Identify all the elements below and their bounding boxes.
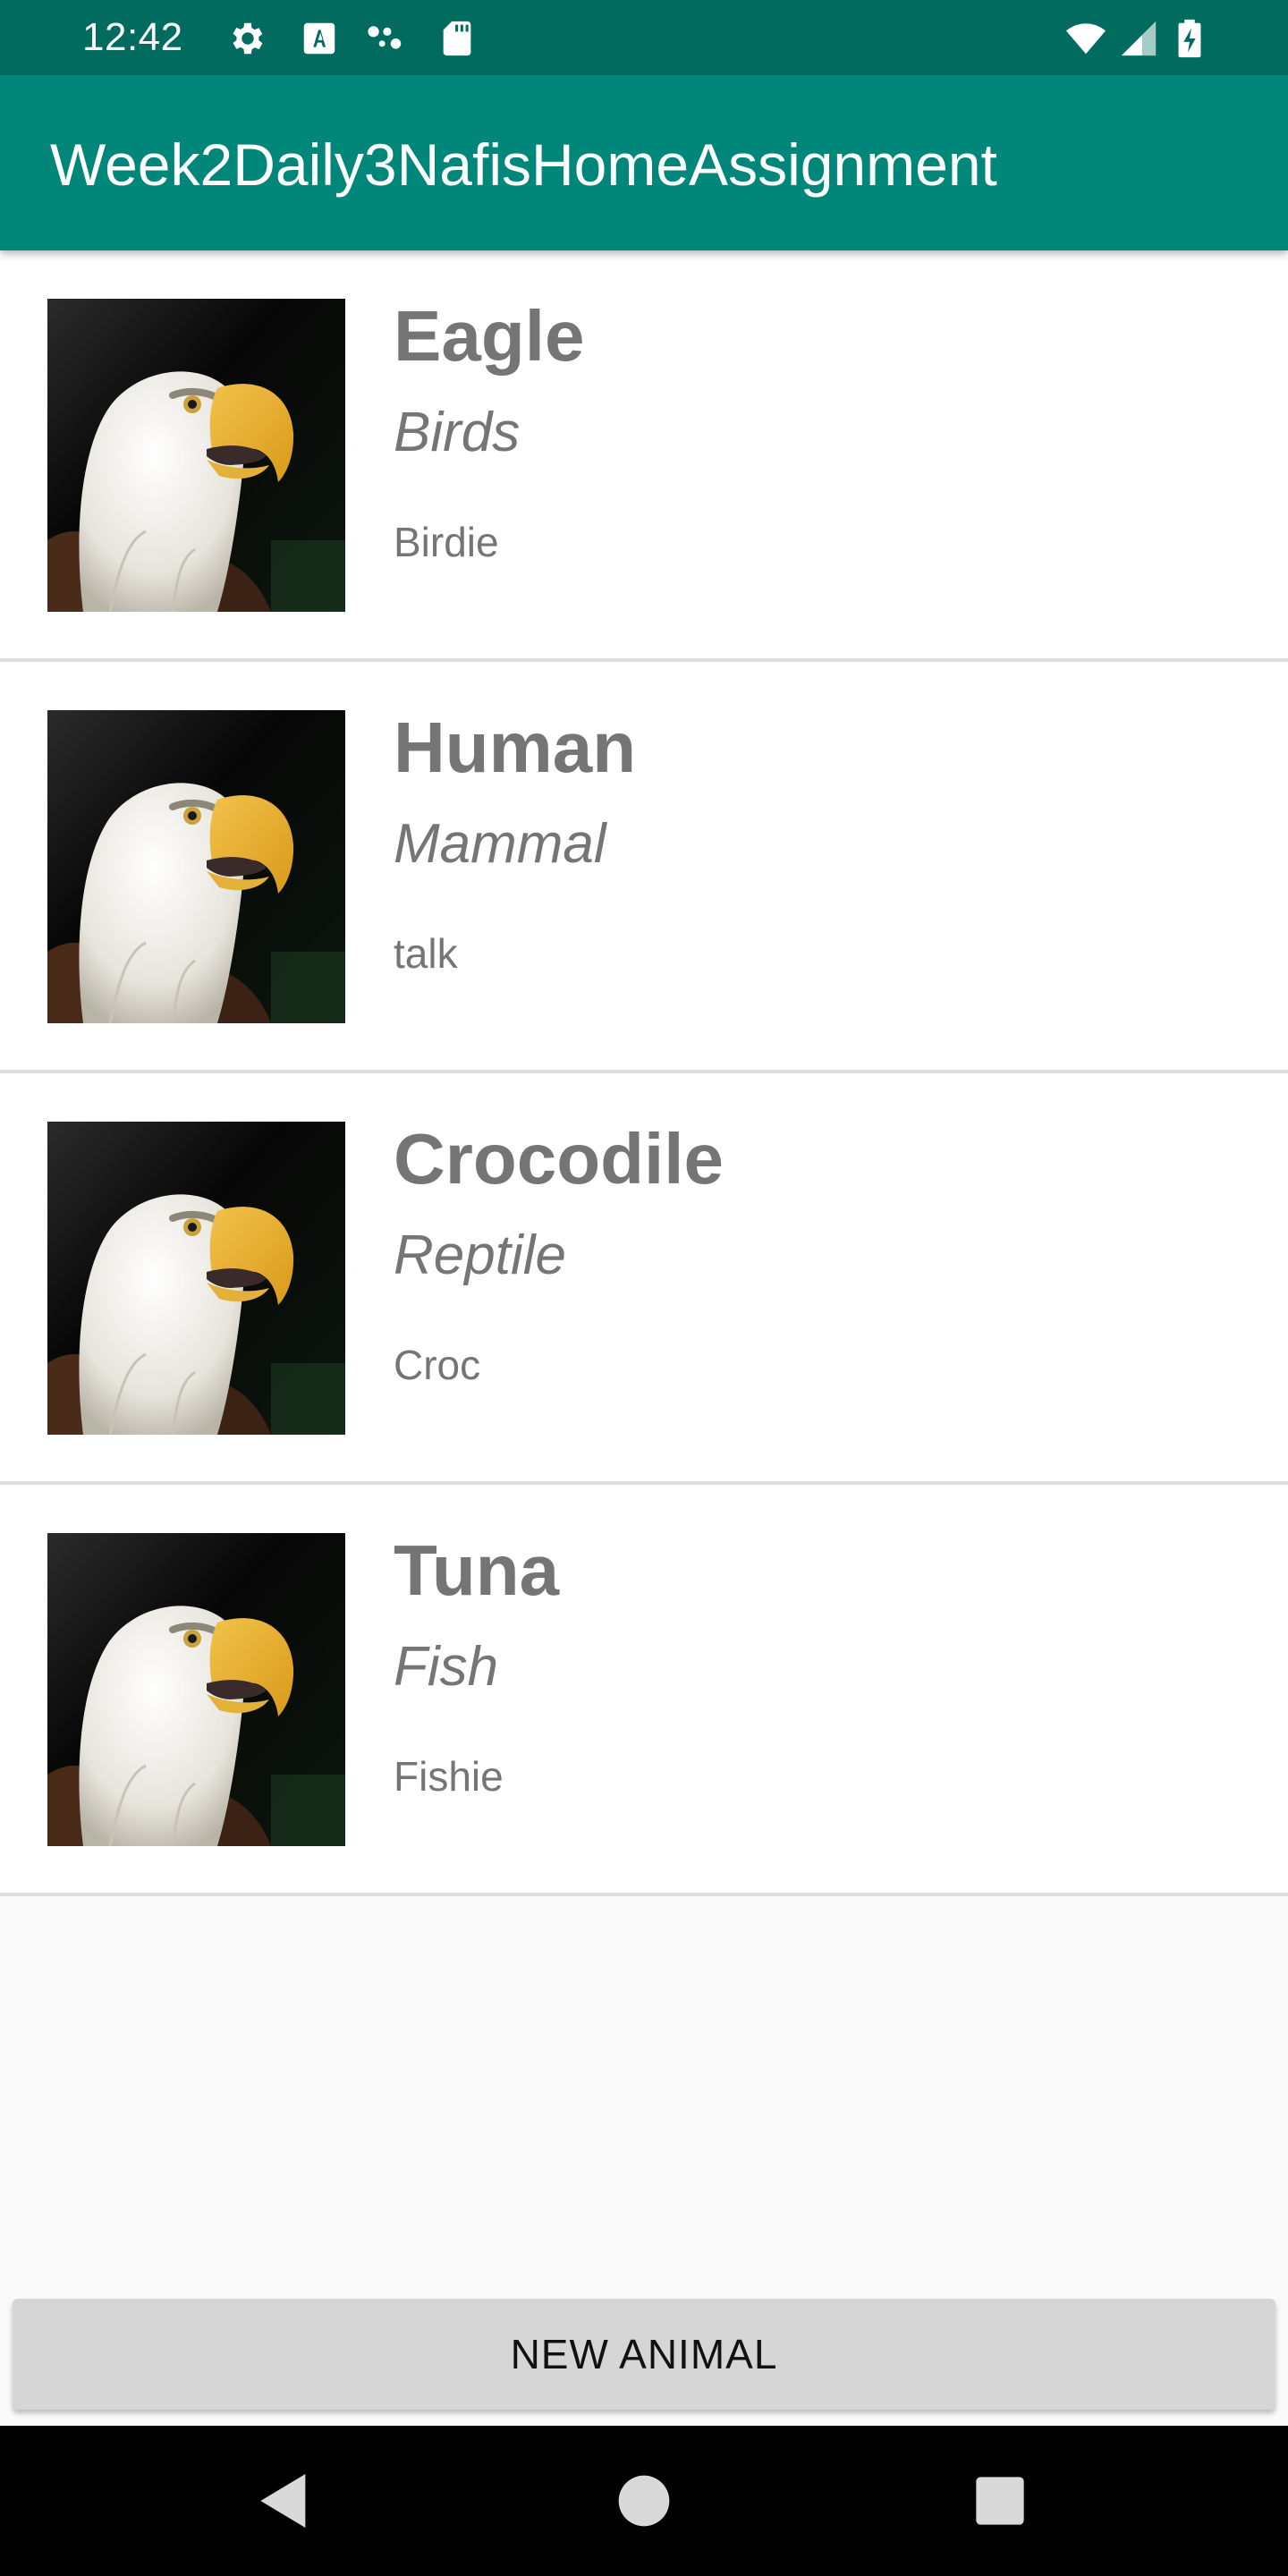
list-item[interactable]: Crocodile Reptile Croc: [0, 1073, 1288, 1485]
animal-sound: Croc: [394, 1342, 481, 1388]
back-icon[interactable]: [249, 2465, 320, 2537]
recents-icon[interactable]: [964, 2465, 1036, 2537]
animal-name: Human: [394, 708, 637, 787]
animal-category: Fish: [394, 1636, 499, 1698]
animal-name: Crocodile: [394, 1119, 724, 1199]
animal-category: Reptile: [394, 1224, 566, 1286]
animal-name: Eagle: [394, 296, 585, 376]
eagle-image: [47, 299, 345, 612]
list-item[interactable]: Human Mammal talk: [0, 662, 1288, 1073]
animal-sound: talk: [394, 930, 458, 977]
text-a-icon: [299, 18, 340, 59]
animal-sound: Fishie: [394, 1753, 504, 1800]
status-bar: 12:42: [0, 0, 1288, 75]
eagle-image: [47, 1533, 345, 1846]
gear-icon: [227, 18, 268, 59]
eagle-image: [47, 1122, 345, 1435]
new-animal-button[interactable]: NEW ANIMAL: [13, 2299, 1275, 2410]
wifi-icon: [1063, 18, 1109, 59]
animal-list[interactable]: Eagle Birds Birdie Human Mammal talk Cro…: [0, 250, 1288, 1896]
navigation-bar: [0, 2426, 1288, 2576]
status-time: 12:42: [82, 15, 183, 59]
home-icon[interactable]: [608, 2465, 680, 2537]
sd-card-icon: [436, 18, 478, 59]
list-item[interactable]: Eagle Birds Birdie: [0, 250, 1288, 662]
signal-icon: [1118, 18, 1159, 59]
animal-category: Birds: [394, 402, 521, 463]
animal-category: Mammal: [394, 813, 606, 875]
app-title: Week2Daily3NafisHomeAssignment: [50, 131, 997, 198]
animal-name: Tuna: [394, 1530, 560, 1610]
battery-charging-icon: [1172, 18, 1208, 59]
dots-icon: [365, 18, 406, 59]
eagle-image: [47, 710, 345, 1023]
list-item[interactable]: Tuna Fish Fishie: [0, 1485, 1288, 1896]
animal-sound: Birdie: [394, 519, 499, 565]
app-bar: Week2Daily3NafisHomeAssignment: [0, 75, 1288, 250]
